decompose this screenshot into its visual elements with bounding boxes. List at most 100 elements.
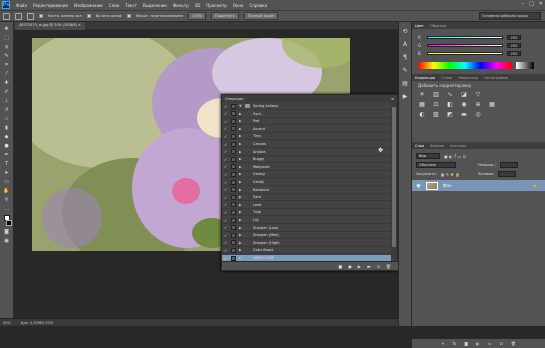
toggle-check-icon[interactable]: ✓ bbox=[224, 126, 229, 131]
dialog-toggle-box[interactable] bbox=[231, 111, 236, 117]
blend-mode-select[interactable]: Обычные bbox=[416, 162, 456, 168]
dialog-toggle-box[interactable] bbox=[231, 194, 236, 200]
expand-triangle-icon[interactable]: ▶ bbox=[239, 180, 243, 184]
toggle-check-icon[interactable]: ✓ bbox=[224, 149, 229, 154]
actions-icon[interactable]: ▶ bbox=[401, 93, 409, 101]
dialog-toggle-box[interactable] bbox=[231, 240, 236, 246]
close-button[interactable]: ✕ bbox=[539, 1, 543, 7]
crop-tool-icon[interactable]: ⌗ bbox=[3, 62, 10, 68]
expand-triangle-icon[interactable]: ▶ bbox=[239, 241, 243, 245]
opacity-field[interactable] bbox=[499, 162, 518, 168]
eyedropper-tool-icon[interactable]: ⁄ bbox=[3, 71, 10, 77]
lock-icons[interactable]: ▦ ✎ ✥ 🔒 bbox=[441, 172, 460, 177]
expand-triangle-icon[interactable]: ▶ bbox=[239, 112, 243, 116]
channel-mixer-icon[interactable]: ⊕ bbox=[474, 101, 482, 108]
gradient-map-icon[interactable]: ▬ bbox=[460, 111, 468, 118]
dialog-toggle-box[interactable] bbox=[231, 217, 236, 223]
maximize-button[interactable]: □ bbox=[529, 1, 534, 7]
color-spectrum[interactable] bbox=[418, 62, 512, 69]
tab-paths[interactable]: Контуры bbox=[450, 144, 466, 148]
toggle-check-icon[interactable]: ✓ bbox=[224, 195, 229, 200]
shape-tool-icon[interactable]: ▭ bbox=[3, 179, 10, 185]
layer-filter-select[interactable]: Вид bbox=[416, 153, 440, 159]
marquee-tool-icon[interactable]: ⬚ bbox=[3, 35, 10, 41]
menu-select[interactable]: Выделение bbox=[143, 3, 167, 8]
toggle-check-icon[interactable]: ✓ bbox=[224, 157, 229, 162]
brush-presets-icon[interactable]: ✎ bbox=[401, 67, 409, 75]
stop-icon[interactable]: ■ bbox=[338, 264, 342, 269]
quick-select-tool-icon[interactable]: ✎ bbox=[3, 53, 10, 59]
path-select-tool-icon[interactable]: ➤ bbox=[3, 170, 10, 176]
expand-triangle-icon[interactable]: ▶ bbox=[239, 188, 243, 192]
toggle-check-icon[interactable]: ✓ bbox=[224, 225, 229, 230]
expand-triangle-icon[interactable]: ▶ bbox=[239, 248, 243, 252]
toggle-check-icon[interactable]: ✓ bbox=[224, 240, 229, 245]
new-action-icon[interactable]: ⊡ bbox=[377, 264, 380, 269]
toggle-check-icon[interactable]: ✓ bbox=[224, 187, 229, 192]
brush-tool-icon[interactable]: ✐ bbox=[3, 89, 10, 95]
expand-triangle-icon[interactable]: ▼ bbox=[239, 104, 243, 108]
hue-saturation-icon[interactable]: ▦ bbox=[418, 101, 426, 108]
menu-file[interactable]: Файл bbox=[16, 3, 27, 8]
channel-value[interactable]: 255 bbox=[507, 42, 521, 48]
tab-layers[interactable]: Слои bbox=[415, 144, 424, 148]
menu-layers[interactable]: Слои bbox=[109, 3, 119, 8]
action-row[interactable]: ✓ ▶ Mailyuser bbox=[222, 164, 393, 171]
invert-icon[interactable]: ◐ bbox=[418, 111, 426, 118]
dialog-toggle-box[interactable] bbox=[231, 171, 236, 177]
action-row[interactable]: ✓ ▶ Sharpen (High) bbox=[222, 240, 393, 247]
record-icon[interactable]: ● bbox=[348, 264, 352, 269]
toggle-check-icon[interactable]: ✓ bbox=[224, 210, 229, 215]
tab-channels[interactable]: Каналы bbox=[430, 144, 444, 148]
clone-stamp-tool-icon[interactable]: ⊥ bbox=[3, 98, 10, 104]
dialog-toggle-box[interactable] bbox=[231, 149, 236, 155]
dialog-toggle-box[interactable] bbox=[231, 247, 236, 253]
posterize-icon[interactable]: ▨ bbox=[432, 111, 440, 118]
action-set-row[interactable]: ✓ ▼ Spring Actions bbox=[222, 103, 393, 110]
layer-name[interactable]: Фон bbox=[443, 183, 452, 188]
expand-triangle-icon[interactable]: ▶ bbox=[239, 157, 243, 161]
action-row[interactable]: ✓ ▶ Lily bbox=[222, 217, 393, 224]
add-mask-icon[interactable]: ◙ bbox=[464, 341, 468, 346]
photo-filter-icon[interactable]: ◉ bbox=[460, 101, 468, 108]
fill-field[interactable] bbox=[498, 171, 517, 177]
menu-3d[interactable]: 3D bbox=[195, 3, 201, 8]
paragraph-icon[interactable]: ¶ bbox=[401, 54, 409, 62]
scrubby-zoom-checkbox[interactable] bbox=[126, 14, 131, 18]
expand-triangle-icon[interactable]: ▶ bbox=[239, 150, 243, 154]
dialog-toggle-box[interactable] bbox=[231, 164, 236, 170]
expand-triangle-icon[interactable]: ▶ bbox=[239, 233, 243, 237]
panel-menu-icon[interactable]: ≡ bbox=[391, 97, 394, 101]
screen-mode-icon[interactable]: ▣ bbox=[3, 238, 10, 244]
channel-slider[interactable] bbox=[427, 43, 503, 47]
expand-triangle-icon[interactable]: ▶ bbox=[239, 165, 243, 169]
resize-windows-checkbox[interactable] bbox=[39, 14, 43, 18]
color-spectrum-bw[interactable] bbox=[516, 62, 534, 69]
expand-triangle-icon[interactable]: ▶ bbox=[239, 172, 243, 176]
tab-styles[interactable]: Стили bbox=[441, 76, 452, 80]
lasso-tool-icon[interactable]: ϙ bbox=[3, 44, 10, 50]
expand-triangle-icon[interactable]: ▶ bbox=[239, 195, 243, 199]
hand-tool-icon[interactable]: ✋ bbox=[3, 188, 10, 194]
action-row[interactable]: ✓ ▶ Sync bbox=[222, 111, 393, 118]
vibrance-icon[interactable]: ▽ bbox=[474, 91, 482, 98]
actions-scrollbar[interactable] bbox=[391, 103, 397, 263]
action-row[interactable]: ✓ ▶ Color Boost bbox=[222, 247, 393, 255]
toggle-check-icon[interactable]: ✓ bbox=[224, 202, 229, 207]
tab-adjustments[interactable]: Коррекция bbox=[415, 76, 435, 80]
exposure-icon[interactable]: ◪ bbox=[460, 91, 468, 98]
expand-triangle-icon[interactable]: ▶ bbox=[239, 226, 243, 230]
toggle-check-icon[interactable]: ✓ bbox=[224, 172, 229, 177]
fill-screen-button[interactable]: Полный экран bbox=[243, 12, 279, 20]
dialog-toggle-box[interactable] bbox=[231, 118, 236, 124]
link-layers-icon[interactable]: ⚭ bbox=[441, 341, 444, 346]
expand-triangle-icon[interactable]: ▶ bbox=[239, 256, 243, 260]
toggle-check-icon[interactable]: ✓ bbox=[224, 134, 229, 139]
expand-triangle-icon[interactable]: ▶ bbox=[239, 127, 243, 131]
zoom-tool-icon[interactable] bbox=[3, 12, 10, 20]
expand-triangle-icon[interactable]: ▶ bbox=[239, 142, 243, 146]
selective-color-icon[interactable]: ◎ bbox=[474, 111, 482, 118]
play-icon[interactable]: ▶ bbox=[358, 264, 361, 269]
dodge-tool-icon[interactable]: ● bbox=[3, 143, 10, 149]
menu-view[interactable]: Просмотр bbox=[206, 3, 227, 8]
